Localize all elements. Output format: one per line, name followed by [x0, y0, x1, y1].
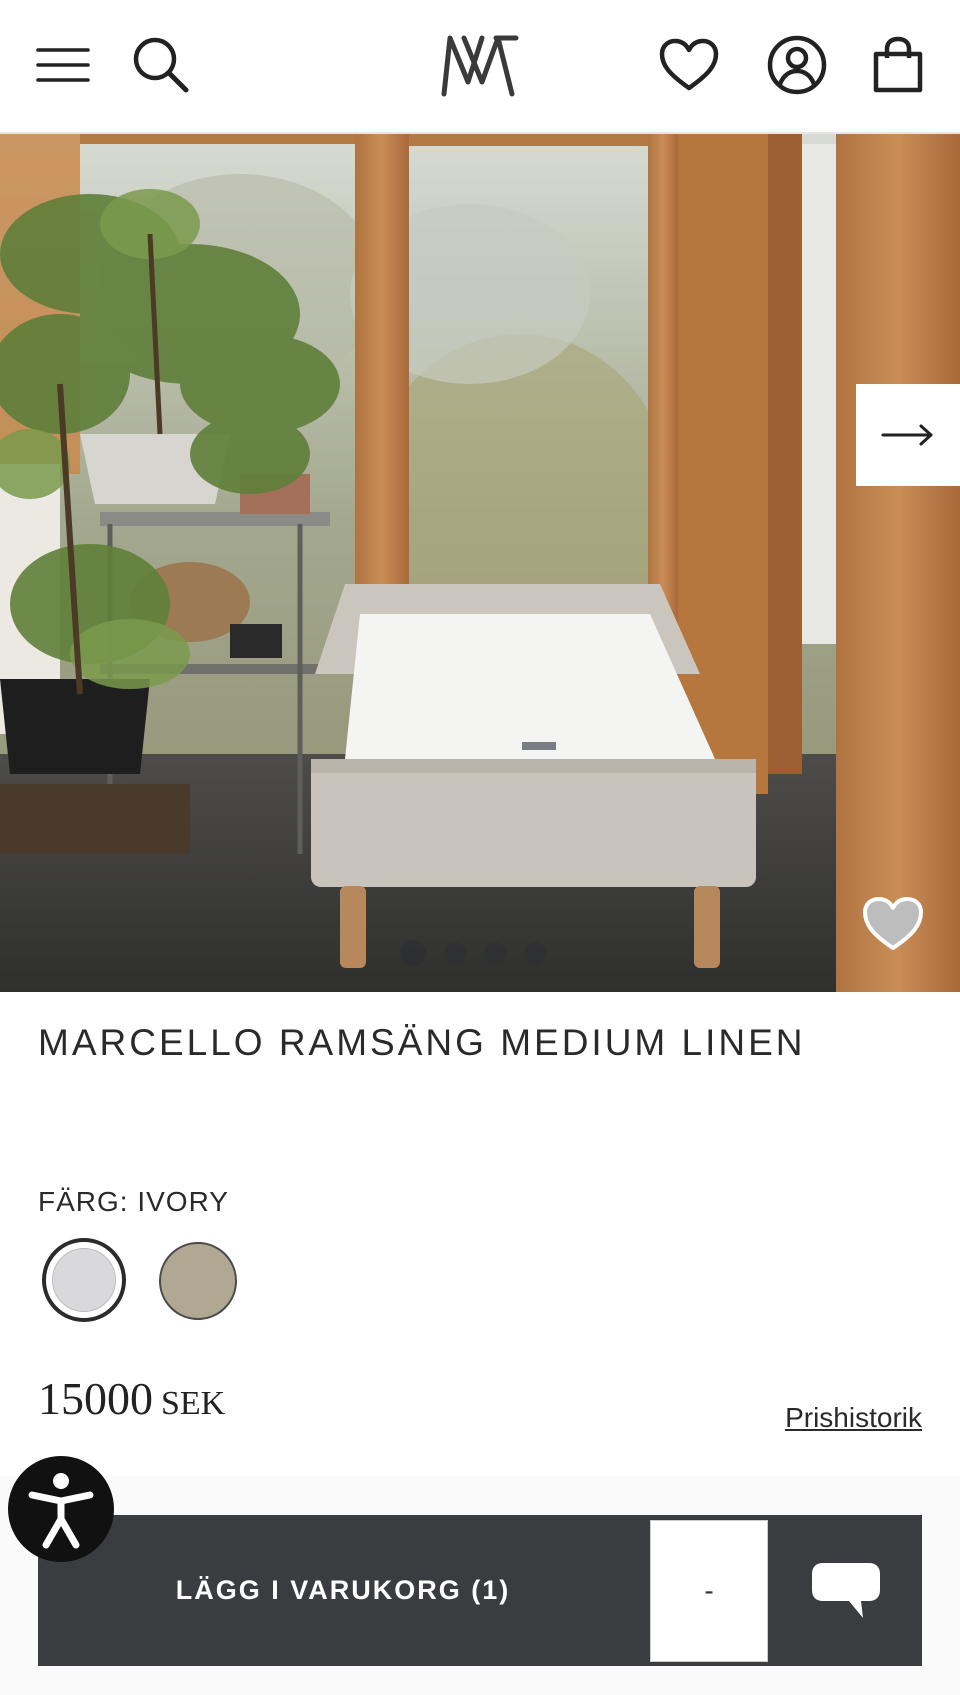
slide-indicators	[400, 940, 546, 966]
chat-bubble-icon	[812, 1562, 880, 1618]
heart-icon[interactable]	[654, 30, 724, 100]
quantity-selector[interactable]: -	[650, 1520, 768, 1662]
next-image-button[interactable]	[856, 384, 960, 486]
slide-dot[interactable]	[400, 940, 426, 966]
slide-dot[interactable]	[484, 942, 506, 964]
product-title: MARCELLO RAMSÄNG MEDIUM LINEN	[38, 1022, 806, 1063]
price-currency: SEK	[161, 1385, 226, 1422]
user-icon[interactable]	[762, 30, 832, 100]
search-icon[interactable]	[126, 30, 196, 100]
swatch-fill	[52, 1248, 116, 1312]
color-swatch-ivory[interactable]	[42, 1238, 126, 1322]
price-history-link[interactable]: Prishistorik	[785, 1402, 922, 1434]
slide-dot[interactable]	[524, 942, 546, 964]
color-label: FÄRG: IVORY	[38, 1186, 229, 1217]
arrow-right-icon	[881, 424, 933, 446]
product-photo	[0, 134, 960, 992]
accessibility-button[interactable]	[8, 1456, 114, 1562]
shopping-bag-icon[interactable]	[863, 30, 933, 100]
brand-monogram-logo[interactable]	[436, 30, 526, 100]
product-price: 15000 SEK	[38, 1372, 225, 1425]
site-header	[0, 0, 960, 134]
chat-button[interactable]	[770, 1515, 922, 1666]
add-to-wishlist-button[interactable]	[862, 896, 924, 954]
color-swatch-beige[interactable]	[159, 1242, 237, 1320]
hamburger-menu-icon[interactable]	[28, 30, 98, 100]
add-to-cart-button[interactable]: LÄGG I VARUKORG (1)	[38, 1515, 648, 1666]
heart-filled-icon	[863, 897, 923, 950]
price-amount: 15000	[38, 1373, 153, 1424]
slide-dot[interactable]	[444, 942, 466, 964]
accessibility-person-icon	[28, 1473, 94, 1549]
product-image-gallery[interactable]	[0, 134, 960, 992]
